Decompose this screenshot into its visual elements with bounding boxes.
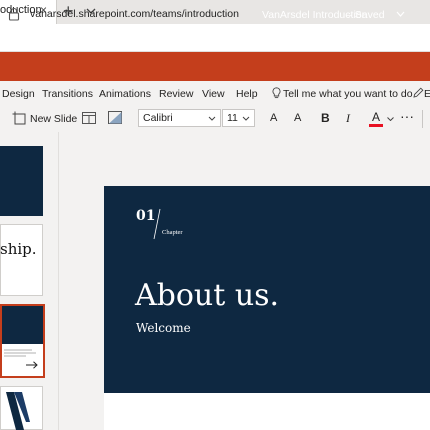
pencil-icon [413,87,424,98]
slide-thumbnail[interactable] [0,224,43,296]
shrink-font-button[interactable]: A [294,112,301,124]
font-family-dropdown[interactable]: Calibri [138,109,221,127]
thumbnail-preview [6,392,30,430]
ribbon-tab-row: Design Transitions Animations Review Vie… [0,81,430,106]
thumbnail-text: ship. [0,240,37,258]
format-background-icon[interactable] [108,111,122,124]
tab-design[interactable]: Design [2,88,35,100]
font-color-button[interactable]: A [372,110,380,124]
grow-font-button[interactable]: A [270,112,277,124]
chevron-down-icon[interactable] [396,11,405,17]
pane-divider [58,132,59,430]
tab-help[interactable]: Help [236,88,258,100]
chapter-label[interactable]: Chapter [162,229,183,236]
new-slide-button[interactable]: New Slide [30,113,77,125]
tab-view[interactable]: View [202,88,225,100]
tab-animations[interactable]: Animations [99,88,151,100]
lock-icon [8,7,20,21]
address-bar[interactable] [0,24,430,52]
font-size-dropdown[interactable]: 11 [222,109,255,127]
tell-me-search[interactable]: Tell me what you want to do [283,88,413,100]
font-family-value: Calibri [143,112,173,124]
chevron-down-icon [242,116,250,121]
save-status: – Saved [346,9,385,21]
tab-transitions[interactable]: Transitions [42,88,93,100]
italic-button[interactable]: I [346,111,350,126]
font-size-value: 11 [227,112,238,124]
more-options-button[interactable]: ··· [400,108,414,124]
divider-slash [153,208,161,240]
font-color-swatch [369,124,383,127]
tab-review[interactable]: Review [159,88,193,100]
app-title-bar [0,52,430,81]
chevron-down-icon [208,116,216,121]
tab-editing[interactable]: Ed [424,88,430,100]
lightbulb-icon [272,87,281,99]
arrow-right-icon [26,361,38,369]
thumbnail-preview [2,306,43,344]
chevron-down-icon[interactable] [387,117,394,121]
url-text[interactable]: vanarsdel.sharepoint.com/teams/introduct… [30,8,239,20]
slide-subtitle[interactable]: Welcome [136,321,191,335]
bold-button[interactable]: B [321,111,330,125]
new-slide-icon[interactable] [12,111,26,125]
slide-title[interactable]: About us. [135,278,279,313]
slide-thumbnail[interactable] [0,146,43,216]
layout-icon[interactable] [82,112,96,124]
thumbnail-text-lines [4,349,36,357]
toolbar-divider [422,110,423,128]
